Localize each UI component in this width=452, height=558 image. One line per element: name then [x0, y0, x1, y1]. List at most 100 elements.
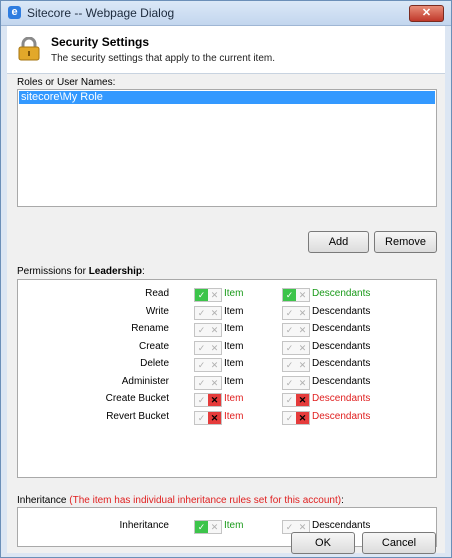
cross-icon[interactable]: ✕ — [208, 521, 221, 533]
remove-button[interactable]: Remove — [374, 231, 437, 253]
permission-item-label: Item — [224, 305, 244, 317]
check-icon[interactable]: ✓ — [195, 412, 208, 424]
check-icon[interactable]: ✓ — [195, 394, 208, 406]
check-icon[interactable]: ✓ — [195, 307, 208, 319]
cancel-button[interactable]: Cancel — [362, 532, 436, 554]
cross-icon[interactable]: ✕ — [296, 411, 309, 424]
permission-item-label: Item — [224, 410, 244, 422]
role-list-item[interactable]: sitecore\My Role — [19, 91, 435, 104]
permission-name: Rename — [131, 323, 169, 334]
permission-name: Read — [145, 288, 169, 299]
cross-icon[interactable]: ✕ — [208, 324, 221, 336]
permissions-grid: Read ✓ ✕ Item ✓ ✕ Descendants Write ✓ ✕ Item ✓ ✕ Desc… — [17, 279, 437, 478]
check-icon[interactable]: ✓ — [195, 359, 208, 371]
check-icon[interactable]: ✓ — [283, 359, 296, 371]
permission-descendants-toggle[interactable]: ✓ ✕ — [282, 410, 310, 425]
cross-icon[interactable]: ✕ — [208, 377, 221, 389]
permission-descendants-label: Descendants — [312, 393, 371, 404]
cross-icon[interactable]: ✕ — [296, 377, 309, 389]
check-icon[interactable]: ✓ — [195, 521, 208, 533]
permission-descendants-toggle[interactable]: ✓ ✕ — [282, 375, 310, 390]
permission-descendants-label: Descendants — [312, 410, 371, 422]
permission-item-toggle[interactable]: ✓ ✕ — [194, 393, 222, 407]
permission-item-toggle[interactable]: ✓ ✕ — [194, 358, 222, 372]
add-button[interactable]: Add — [308, 231, 369, 253]
check-icon[interactable]: ✓ — [283, 412, 296, 424]
permission-row: Revert Bucket ✓ ✕ Item ✓ ✕ Descendants — [18, 410, 436, 426]
permission-item-toggle[interactable]: ✓ ✕ — [194, 410, 222, 425]
page-subtitle: The security settings that apply to the … — [51, 53, 275, 64]
inheritance-label-text: Inheritance — [17, 495, 70, 506]
inheritance-item-label: Item — [224, 520, 244, 531]
check-icon[interactable]: ✓ — [195, 324, 208, 336]
permission-item-label: Item — [224, 288, 244, 299]
cross-icon[interactable]: ✕ — [296, 324, 309, 336]
cross-icon[interactable]: ✕ — [208, 359, 221, 371]
permission-item-label: Item — [224, 393, 244, 404]
close-button[interactable]: ✕ — [409, 5, 444, 22]
permission-item-toggle[interactable]: ✓ ✕ — [194, 305, 222, 320]
permission-descendants-label: Descendants — [312, 305, 371, 317]
inheritance-label: Inheritance (The item has individual inh… — [17, 495, 344, 506]
permission-descendants-label: Descendants — [312, 323, 371, 334]
permission-item-label: Item — [224, 358, 244, 369]
permission-name: Revert Bucket — [106, 410, 169, 422]
cross-icon[interactable]: ✕ — [208, 342, 221, 354]
permission-item-label: Item — [224, 375, 244, 387]
inheritance-label-suffix: : — [341, 495, 344, 506]
check-icon[interactable]: ✓ — [195, 342, 208, 354]
permission-descendants-label: Descendants — [312, 288, 371, 299]
permissions-label-prefix: Permissions for — [17, 266, 89, 277]
permissions-target: Leadership — [88, 266, 143, 277]
permission-row: Write ✓ ✕ Item ✓ ✕ Descendants — [18, 305, 436, 321]
permission-item-toggle[interactable]: ✓ ✕ — [194, 288, 222, 302]
title-bar: e Sitecore -- Webpage Dialog ✕ — [1, 1, 451, 26]
internet-explorer-icon: e — [8, 6, 21, 19]
cross-icon[interactable]: ✕ — [208, 307, 221, 319]
permission-row: Read ✓ ✕ Item ✓ ✕ Descendants — [18, 287, 436, 303]
check-icon[interactable]: ✓ — [283, 377, 296, 389]
cross-icon[interactable]: ✕ — [208, 411, 221, 424]
check-icon[interactable]: ✓ — [195, 289, 208, 301]
check-icon[interactable]: ✓ — [283, 324, 296, 336]
cross-icon[interactable]: ✕ — [296, 359, 309, 371]
check-icon[interactable]: ✓ — [283, 289, 296, 301]
page-title: Security Settings — [51, 35, 150, 49]
permission-item-toggle[interactable]: ✓ ✕ — [194, 375, 222, 390]
permission-row: Create ✓ ✕ Item ✓ ✕ Descendants — [18, 340, 436, 356]
permission-descendants-toggle[interactable]: ✓ ✕ — [282, 305, 310, 320]
cross-icon[interactable]: ✕ — [296, 342, 309, 354]
permission-item-toggle[interactable]: ✓ ✕ — [194, 340, 222, 355]
inheritance-descendants-label: Descendants — [312, 520, 371, 531]
roles-list[interactable]: sitecore\My Role — [17, 89, 437, 207]
permission-descendants-toggle[interactable]: ✓ ✕ — [282, 393, 310, 407]
dialog-client: Security Settings The security settings … — [7, 26, 445, 553]
permission-name: Delete — [140, 358, 169, 369]
permission-descendants-label: Descendants — [312, 358, 371, 369]
dialog-header: Security Settings The security settings … — [7, 26, 445, 74]
check-icon[interactable]: ✓ — [283, 342, 296, 354]
dialog-body: Roles or User Names: sitecore\My Role Ad… — [7, 74, 445, 553]
permission-descendants-toggle[interactable]: ✓ ✕ — [282, 340, 310, 355]
cross-icon[interactable]: ✕ — [208, 289, 221, 301]
cross-icon[interactable]: ✕ — [296, 394, 309, 406]
cross-icon[interactable]: ✕ — [208, 394, 221, 406]
permission-descendants-toggle[interactable]: ✓ ✕ — [282, 323, 310, 337]
permission-descendants-toggle[interactable]: ✓ ✕ — [282, 358, 310, 372]
permission-item-toggle[interactable]: ✓ ✕ — [194, 323, 222, 337]
roles-label: Roles or User Names: — [17, 77, 116, 88]
ok-button[interactable]: OK — [291, 532, 355, 554]
check-icon[interactable]: ✓ — [283, 307, 296, 319]
permission-name: Create Bucket — [105, 393, 169, 404]
permission-row: Create Bucket ✓ ✕ Item ✓ ✕ Descendants — [18, 392, 436, 408]
cross-icon[interactable]: ✕ — [296, 307, 309, 319]
lock-icon — [18, 37, 40, 61]
cross-icon[interactable]: ✕ — [296, 289, 309, 301]
permission-row: Administer ✓ ✕ Item ✓ ✕ Descendants — [18, 375, 436, 391]
dialog-window: e Sitecore -- Webpage Dialog ✕ Security … — [0, 0, 452, 558]
check-icon[interactable]: ✓ — [283, 394, 296, 406]
permission-row: Delete ✓ ✕ Item ✓ ✕ Descendants — [18, 357, 436, 373]
permission-descendants-toggle[interactable]: ✓ ✕ — [282, 288, 310, 302]
check-icon[interactable]: ✓ — [195, 377, 208, 389]
inheritance-item-toggle[interactable]: ✓ ✕ — [194, 520, 222, 534]
